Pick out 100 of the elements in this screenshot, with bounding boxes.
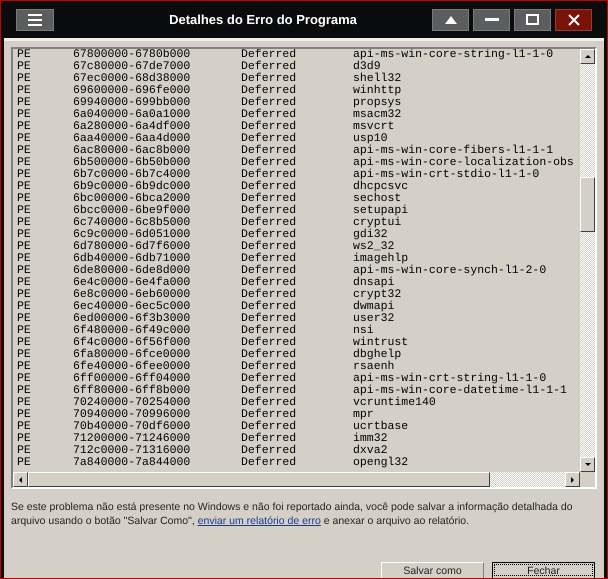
address-range: 6aa40000-6aa4d000 bbox=[73, 133, 192, 145]
horizontal-scrollbar[interactable] bbox=[13, 472, 580, 487]
module-name: shell32 bbox=[353, 73, 402, 85]
module-name: ws2_32 bbox=[353, 241, 394, 253]
module-type: PE bbox=[17, 361, 32, 373]
help-message: Se este problema não está presente no Windows e não foi reportado ainda, você pode salvar a informação detalhada do arquivo usando o botão "Salvar Como", enviar um relatório de erro e anexar o arquivo ao relatório. bbox=[11, 500, 574, 528]
address-range: 6c740000-6c8b5000 bbox=[73, 217, 192, 229]
dialog-button[interactable]: Salvar como bbox=[381, 562, 484, 578]
load-status: Deferred bbox=[241, 385, 298, 397]
address-range: 6d780000-6d7f6000 bbox=[73, 241, 192, 253]
address-range: 67ec0000-68d38000 bbox=[73, 73, 192, 85]
module-type: PE bbox=[17, 133, 32, 145]
module-name: winhttp bbox=[353, 85, 402, 97]
module-name: wintrust bbox=[353, 337, 408, 349]
scroll-thumb[interactable] bbox=[28, 472, 490, 487]
module-type: PE bbox=[17, 97, 32, 109]
close-button[interactable] bbox=[555, 8, 592, 30]
module-type: PE bbox=[17, 397, 32, 409]
load-status: Deferred bbox=[241, 457, 298, 469]
module-name: cryptui bbox=[353, 217, 402, 229]
address-range: 6e8c0000-6eb60000 bbox=[73, 289, 192, 301]
module-name: imagehlp bbox=[353, 253, 408, 265]
module-name: ucrtbase bbox=[353, 421, 408, 433]
minimize-button[interactable] bbox=[473, 8, 510, 30]
scroll-up-button[interactable] bbox=[580, 49, 595, 64]
module-name: vcruntime140 bbox=[353, 397, 436, 409]
load-status: Deferred bbox=[241, 193, 298, 205]
scroll-down-button[interactable] bbox=[580, 457, 595, 472]
module-name: dwmapi bbox=[353, 301, 394, 313]
load-status: Deferred bbox=[241, 301, 298, 313]
module-type: PE bbox=[17, 61, 32, 73]
module-name: propsys bbox=[353, 97, 402, 109]
module-name: dxva2 bbox=[353, 445, 388, 457]
module-type: PE bbox=[17, 217, 32, 229]
load-status: Deferred bbox=[241, 217, 298, 229]
dialog-button[interactable]: Fechar bbox=[492, 562, 595, 578]
menu-button[interactable] bbox=[16, 8, 54, 30]
module-type: PE bbox=[17, 49, 32, 61]
module-type: PE bbox=[17, 229, 32, 241]
module-type: PE bbox=[17, 169, 32, 181]
load-status: Deferred bbox=[241, 397, 298, 409]
address-range: 71200000-71246000 bbox=[73, 433, 192, 445]
address-range: 70b40000-70df6000 bbox=[73, 421, 192, 433]
module-name: api-ms-win-crt-string-l1-1-0 bbox=[353, 373, 546, 385]
address-range: 712c0000-71316000 bbox=[73, 445, 192, 457]
load-status: Deferred bbox=[241, 145, 298, 157]
address-range: 6db40000-6db71000 bbox=[73, 253, 192, 265]
module-type: PE bbox=[17, 349, 32, 361]
module-type: PE bbox=[17, 457, 32, 469]
load-status: Deferred bbox=[241, 349, 298, 361]
address-range: 6de80000-6de8d000 bbox=[73, 265, 192, 277]
address-range: 6b500000-6b50b000 bbox=[73, 157, 192, 169]
module-name: dnsapi bbox=[353, 277, 394, 289]
address-range: 6fa80000-6fce0000 bbox=[73, 349, 192, 361]
module-name: api-ms-win-core-synch-l1-2-0 bbox=[353, 265, 546, 277]
load-status: Deferred bbox=[241, 325, 298, 337]
module-name: setupapi bbox=[353, 205, 408, 217]
module-name: imm32 bbox=[353, 433, 388, 445]
module-type: PE bbox=[17, 373, 32, 385]
triangle-right-icon bbox=[568, 476, 576, 484]
maximize-button[interactable] bbox=[514, 8, 551, 30]
address-range: 6a280000-6a4df000 bbox=[73, 121, 192, 133]
address-range: 67800000-6780b000 bbox=[73, 49, 192, 61]
scroll-thumb[interactable] bbox=[580, 177, 595, 232]
vertical-scrollbar[interactable] bbox=[580, 49, 595, 472]
load-status: Deferred bbox=[241, 61, 298, 73]
module-type: PE bbox=[17, 253, 32, 265]
module-name: msacm32 bbox=[353, 109, 402, 121]
module-name: api-ms-win-core-datetime-l1-1-1 bbox=[353, 385, 567, 397]
scroll-left-button[interactable] bbox=[13, 472, 28, 487]
module-type: PE bbox=[17, 205, 32, 217]
module-type: PE bbox=[17, 385, 32, 397]
load-status: Deferred bbox=[241, 361, 298, 373]
error-report-link[interactable]: enviar um relatório de erro bbox=[198, 515, 321, 527]
address-range: 7a840000-7a844000 bbox=[73, 457, 192, 469]
address-range: 70240000-70254000 bbox=[73, 397, 192, 409]
load-status: Deferred bbox=[241, 49, 298, 61]
load-status: Deferred bbox=[241, 373, 298, 385]
module-name: nsi bbox=[353, 325, 374, 337]
close-icon bbox=[568, 14, 580, 26]
load-status: Deferred bbox=[241, 433, 298, 445]
load-status: Deferred bbox=[241, 97, 298, 109]
module-type: PE bbox=[17, 121, 32, 133]
module-name: msvcrt bbox=[353, 121, 394, 133]
address-range: 6ec40000-6ec5c000 bbox=[73, 301, 192, 313]
module-name: rsaenh bbox=[353, 361, 394, 373]
load-status: Deferred bbox=[241, 205, 298, 217]
address-range: 6a040000-6a0a1000 bbox=[73, 109, 192, 121]
module-name: opengl32 bbox=[353, 457, 408, 469]
address-range: 69940000-699bb000 bbox=[73, 97, 192, 109]
triangle-left-icon bbox=[16, 476, 24, 484]
module-type: PE bbox=[17, 85, 32, 97]
load-status: Deferred bbox=[241, 73, 298, 85]
module-type: PE bbox=[17, 181, 32, 193]
address-range: 69600000-696fe000 bbox=[73, 85, 192, 97]
address-range: 6e4c0000-6e4fa000 bbox=[73, 277, 192, 289]
shade-button[interactable] bbox=[432, 8, 469, 30]
load-status: Deferred bbox=[241, 337, 298, 349]
load-status: Deferred bbox=[241, 109, 298, 121]
scroll-right-button[interactable] bbox=[565, 472, 580, 487]
